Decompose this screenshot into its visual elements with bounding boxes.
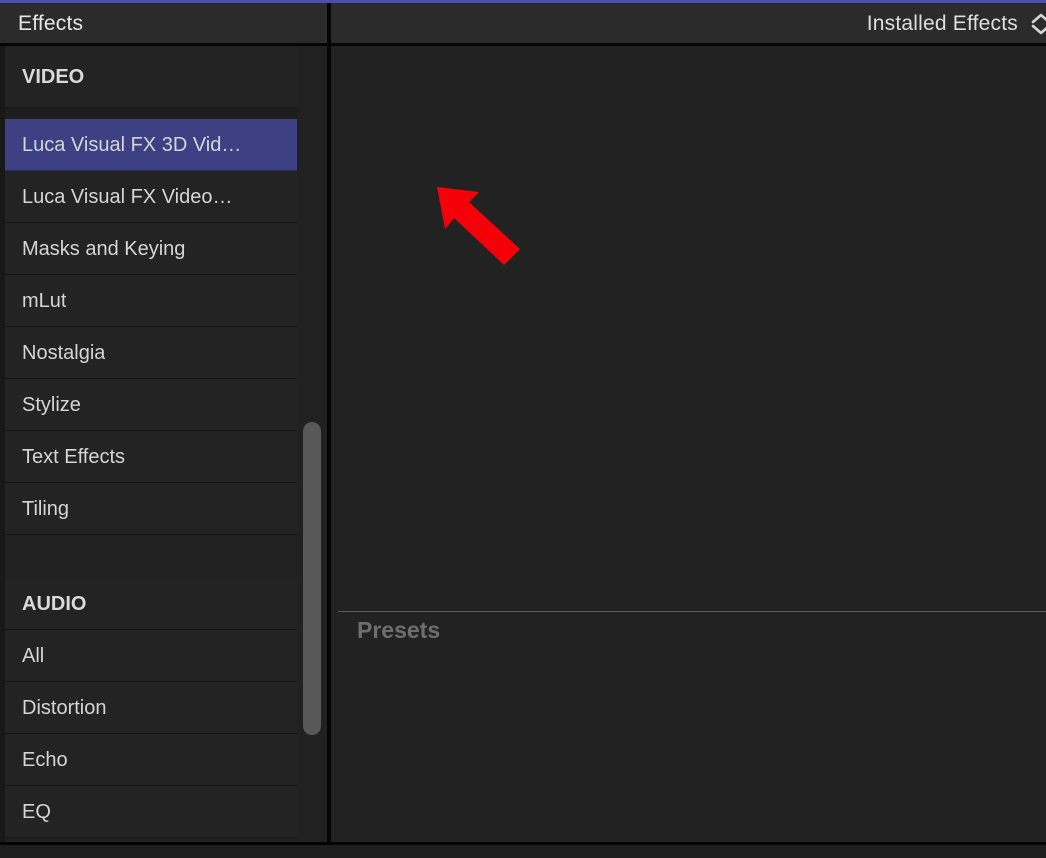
- sidebar-item-eq[interactable]: EQ: [5, 786, 297, 838]
- sidebar-section-video: VIDEO: [5, 46, 297, 108]
- presets-divider: [338, 611, 1046, 612]
- sidebar-item-luca-3d[interactable]: Luca Visual FX 3D Vid…: [5, 119, 297, 171]
- sidebar-item-masks-keying[interactable]: Masks and Keying: [5, 223, 297, 275]
- sidebar-item-luca-video[interactable]: Luca Visual FX Video…: [5, 171, 297, 223]
- sidebar-item-distortion[interactable]: Distortion: [5, 682, 297, 734]
- installed-effects-dropdown[interactable]: Installed Effects: [331, 3, 1046, 44]
- header-divider: [0, 43, 1046, 46]
- bottom-strip: [0, 842, 1046, 858]
- panel-divider: [327, 3, 331, 842]
- sidebar-item-tiling[interactable]: Tiling: [5, 483, 297, 535]
- sidebar-gap: [5, 108, 297, 119]
- presets-section-title: Presets: [357, 617, 440, 644]
- sidebar-scrollbar-thumb[interactable]: [303, 422, 321, 735]
- chevron-up-down-icon: [1028, 11, 1046, 37]
- sidebar-item-nostalgia[interactable]: Nostalgia: [5, 327, 297, 379]
- sidebar-item-echo[interactable]: Echo: [5, 734, 297, 786]
- sidebar-item-all[interactable]: All: [5, 630, 297, 682]
- sidebar-item-stylize[interactable]: Stylize: [5, 379, 297, 431]
- sidebar-item-text-effects[interactable]: Text Effects: [5, 431, 297, 483]
- sidebar-section-audio: AUDIO: [5, 578, 297, 630]
- effects-panel-header: Effects: [0, 3, 327, 44]
- window-top-accent: [0, 0, 1046, 3]
- sidebar-item-mlut[interactable]: mLut: [5, 275, 297, 327]
- effects-grid: [331, 46, 1046, 842]
- effects-category-sidebar: VIDEO Luca Visual FX 3D Vid… Luca Visual…: [0, 46, 327, 842]
- installed-effects-label: Installed Effects: [867, 12, 1018, 36]
- effects-panel-title: Effects: [0, 12, 83, 36]
